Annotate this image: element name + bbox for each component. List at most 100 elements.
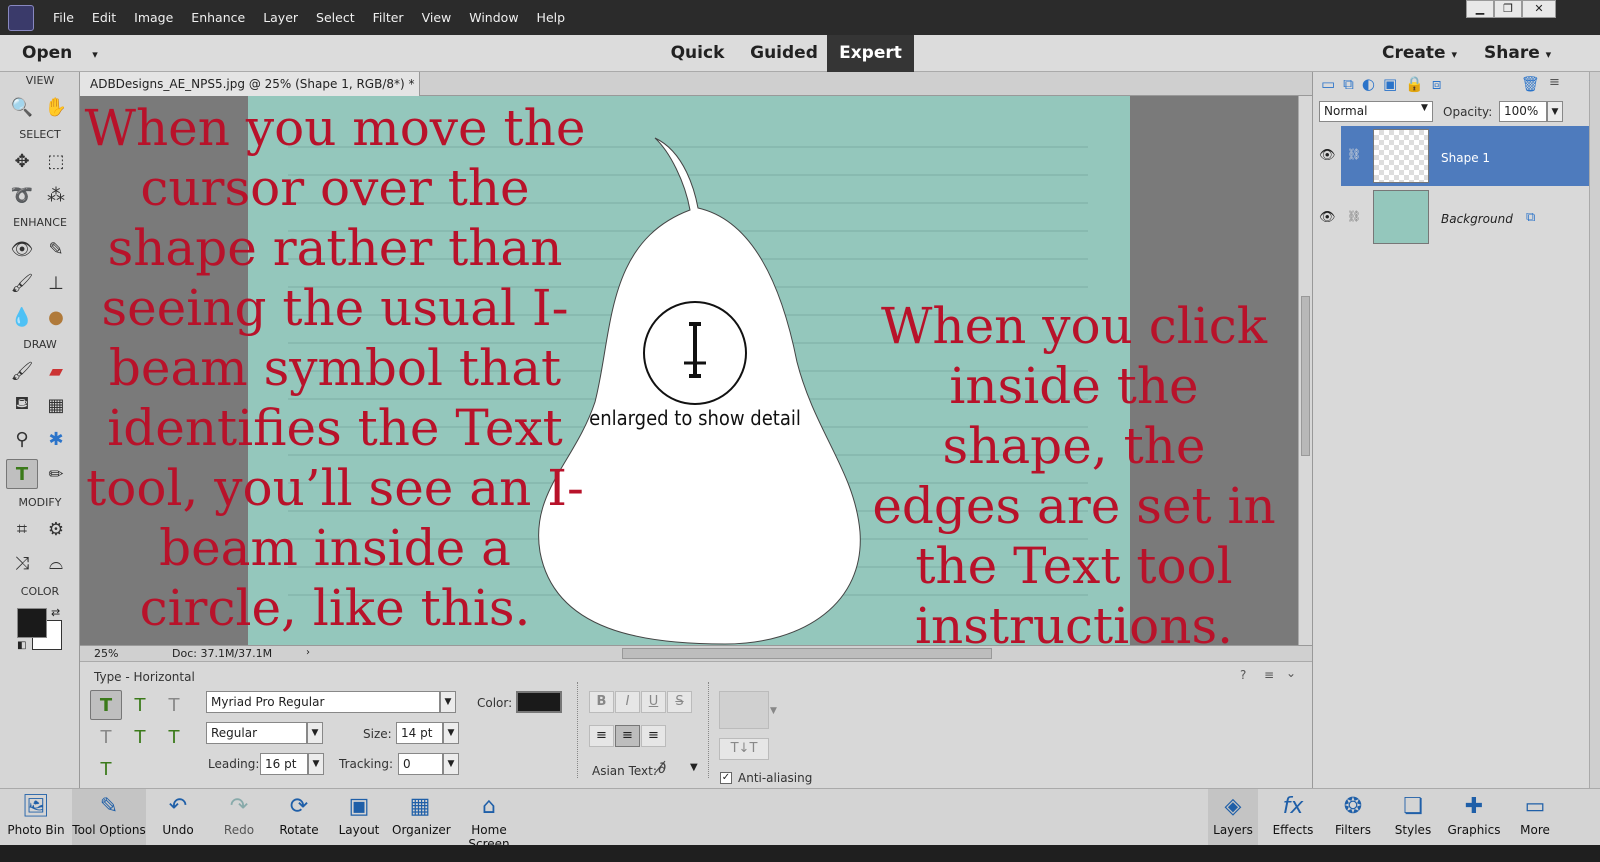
foreground-color-swatch[interactable] — [17, 608, 47, 638]
graphics-panel-button[interactable]: ✚ Graphics — [1446, 789, 1502, 846]
align-center-button[interactable]: ≡ — [615, 725, 640, 747]
text-on-shape-icon[interactable]: T — [158, 722, 190, 752]
organizer-button[interactable]: ▦ Organizer — [392, 789, 451, 846]
rotate-button[interactable]: ⟳ Rotate — [276, 789, 322, 846]
chevron-down-icon[interactable]: ▼ — [307, 722, 323, 744]
chevron-down-icon[interactable]: ▼ — [443, 722, 459, 744]
align-left-button[interactable]: ≡ — [589, 725, 614, 747]
default-colors-icon[interactable]: ◧ — [17, 640, 26, 651]
link-icon[interactable]: ⛓ — [1347, 148, 1361, 161]
blend-mode-select[interactable]: Normal — [1319, 101, 1433, 122]
share-button[interactable]: Share ▾ — [1484, 43, 1551, 63]
crop-icon[interactable]: ⌗ — [6, 514, 38, 544]
chevron-right-icon[interactable]: › — [306, 647, 310, 658]
zoom-readout[interactable]: 25% — [94, 647, 118, 660]
effects-panel-button[interactable]: fx Effects — [1268, 789, 1318, 846]
font-family-select[interactable]: Myriad Pro Regular — [206, 691, 440, 713]
brush-icon[interactable]: 🖌 — [6, 356, 38, 386]
bold-button[interactable]: B — [589, 691, 614, 713]
help-icon[interactable]: ? — [1240, 668, 1246, 682]
blur-icon[interactable]: 💧 — [6, 302, 38, 332]
menu-view[interactable]: View — [413, 10, 461, 25]
straighten-icon[interactable]: ⌓ — [40, 548, 72, 578]
open-button[interactable]: Open ▾ — [22, 43, 98, 63]
lasso-icon[interactable]: ➰ — [6, 180, 38, 210]
menu-layer[interactable]: Layer — [254, 10, 307, 25]
menu-edit[interactable]: Edit — [83, 10, 125, 25]
vertical-scrollbar[interactable] — [1298, 96, 1312, 645]
eyedropper-icon[interactable]: ⚲ — [6, 424, 38, 454]
sponge-icon[interactable]: ● — [40, 302, 72, 332]
home-screen-button[interactable]: ⌂ Home Screen — [452, 789, 526, 852]
custom-shape-icon[interactable]: ✱ — [40, 424, 72, 454]
hand-icon[interactable]: ✋ — [40, 92, 72, 122]
tracking-input[interactable]: 0 — [398, 753, 443, 775]
font-style-select[interactable]: Regular — [206, 722, 307, 744]
tab-expert[interactable]: Expert — [827, 35, 914, 72]
text-color-swatch[interactable] — [516, 691, 562, 713]
chevron-down-icon[interactable]: ▼ — [308, 753, 324, 775]
menu-help[interactable]: Help — [528, 10, 575, 25]
italic-button[interactable]: I — [615, 691, 640, 713]
scroll-thumb[interactable] — [1301, 296, 1310, 456]
create-button[interactable]: Create ▾ — [1382, 43, 1457, 63]
chevron-down-icon[interactable]: ▼ — [690, 762, 698, 773]
layers-panel-button[interactable]: ◈ Layers — [1208, 789, 1258, 846]
layout-button[interactable]: ▣ Layout — [336, 789, 382, 846]
canvas-area[interactable]: enlarged to show detail When you move th… — [80, 96, 1298, 645]
type-tool-icon[interactable]: T — [6, 459, 38, 489]
layer-name-shape[interactable]: Shape 1 — [1441, 151, 1490, 165]
horizontal-type-mask-icon[interactable]: T — [158, 690, 190, 720]
swap-colors-icon[interactable]: ⇄ — [51, 606, 60, 619]
move-icon[interactable]: ✥ — [6, 146, 38, 176]
clone-stamp-icon[interactable]: ⊥ — [40, 268, 72, 298]
menu-window[interactable]: Window — [460, 10, 527, 25]
tab-guided[interactable]: Guided — [742, 35, 826, 72]
text-style-preview[interactable] — [719, 691, 769, 729]
layer-name-background[interactable]: Background — [1441, 212, 1513, 226]
eye-icon[interactable]: 👁 — [1319, 210, 1336, 225]
maximize-button[interactable]: ❐ — [1494, 0, 1522, 18]
chevron-down-icon[interactable]: ▼ — [1547, 101, 1563, 122]
document-tab[interactable]: ADBDesigns_AE_NPS5.jpg @ 25% (Shape 1, R… — [80, 72, 420, 115]
more-panel-button[interactable]: ▭ More — [1510, 789, 1560, 846]
panel-menu-icon[interactable]: ≡ — [1264, 668, 1274, 682]
layers-scrollbar[interactable] — [1589, 72, 1600, 788]
horizontal-type-icon[interactable]: T — [90, 690, 122, 720]
smart-brush-icon[interactable]: 🖌 — [6, 268, 38, 298]
align-right-button[interactable]: ≡ — [641, 725, 666, 747]
marquee-icon[interactable]: ⬚ — [40, 146, 72, 176]
panel-menu-icon[interactable]: ≡ — [1549, 75, 1560, 90]
menu-enhance[interactable]: Enhance — [182, 10, 254, 25]
undo-button[interactable]: ↶ Undo — [155, 789, 201, 846]
asian-text-icon[interactable]: ∂̸ — [658, 758, 666, 777]
content-aware-move-icon[interactable]: ⤨ — [6, 548, 38, 578]
anti-aliasing-checkbox[interactable]: ✓ — [720, 772, 732, 784]
strikethrough-button[interactable]: S — [667, 691, 692, 713]
close-window-button[interactable]: ✕ — [1522, 0, 1556, 18]
chevron-down-icon[interactable]: ▼ — [443, 753, 459, 775]
text-on-path-icon[interactable]: T — [90, 754, 122, 784]
menu-select[interactable]: Select — [307, 10, 364, 25]
photo-bin-button[interactable]: 🖼 Photo Bin — [6, 789, 66, 846]
layer-tool-icons[interactable]: ▭⧉◐▣🔒⧈ — [1321, 75, 1449, 93]
healing-brush-icon[interactable]: ✎ — [40, 234, 72, 264]
styles-panel-button[interactable]: ❏ Styles — [1388, 789, 1438, 846]
paint-bucket-icon[interactable]: ⛾ — [6, 390, 38, 420]
gradient-icon[interactable]: ▦ — [40, 390, 72, 420]
chevron-down-icon[interactable]: ▼ — [770, 706, 777, 716]
filters-panel-button[interactable]: ❂ Filters — [1328, 789, 1378, 846]
red-eye-icon[interactable]: 👁 — [6, 234, 38, 264]
opacity-input[interactable]: 100% — [1499, 101, 1547, 122]
underline-button[interactable]: U — [641, 691, 666, 713]
pencil-icon[interactable]: ✏ — [40, 459, 72, 489]
chevron-down-icon[interactable]: ▼ — [440, 691, 456, 713]
minimize-button[interactable]: ▁ — [1466, 0, 1494, 18]
tool-options-button[interactable]: ✎ Tool Options — [72, 789, 146, 846]
link-icon[interactable]: ⛓ — [1347, 210, 1361, 223]
magic-wand-icon[interactable]: ⁂ — [40, 180, 72, 210]
zoom-icon[interactable]: 🔍 — [6, 92, 38, 122]
font-size-input[interactable]: 14 pt — [396, 722, 443, 744]
vertical-type-mask-icon[interactable]: T — [90, 722, 122, 752]
eraser-icon[interactable]: ▰ — [40, 356, 72, 386]
